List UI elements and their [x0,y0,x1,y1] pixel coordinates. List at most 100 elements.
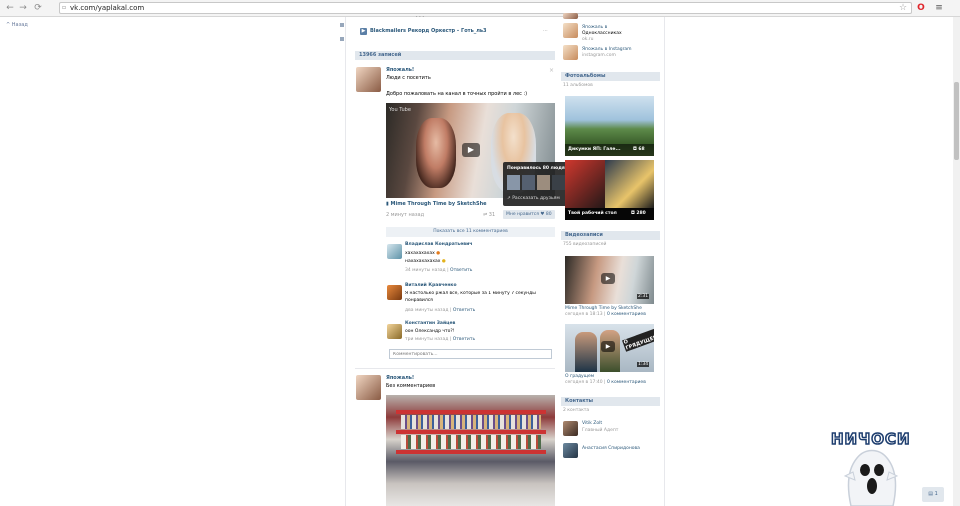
post-author-avatar[interactable] [356,375,381,400]
share-link[interactable]: ↗ Рассказать друзьям [507,196,560,201]
album-count: ◘ 280 [631,211,646,216]
liker-avatar[interactable] [507,175,520,190]
products [401,415,541,429]
camera-icon: ◘ [631,211,635,216]
post-subtitle: Без комментариев [386,383,436,389]
play-icon[interactable]: ▶ [601,273,615,284]
share-icon: ↗ [507,196,511,201]
link-avatar[interactable] [563,23,578,38]
reload-icon[interactable]: ⟳ [32,2,44,14]
comment-author[interactable]: Владислав Кондратьевич [405,242,472,248]
shelf [396,430,546,434]
reposts[interactable]: ⇌ 31 [483,212,495,218]
post-author-avatar[interactable] [356,67,381,92]
reply-link[interactable]: Ответить [453,337,475,342]
show-comments-button[interactable]: Показать все 11 комментариев [386,227,555,237]
video-person [416,118,456,188]
scroll-marker [340,37,344,41]
comment-text: нахахахахахах ● [405,259,446,264]
post-time[interactable]: 2 минут назад [386,212,424,218]
liker-avatar[interactable] [522,175,535,190]
album-caption: Твой рабочий стол [568,211,617,216]
video-meta: сегодня в 17:40 | 0 комментариев [565,380,646,385]
forward-arrow-icon[interactable]: → [17,2,29,14]
star-icon[interactable]: ☆ [897,2,909,14]
comment-text: оон Олександр что?! [405,329,455,334]
close-icon[interactable]: × [549,67,554,74]
reply-link[interactable]: Ответить [450,268,472,273]
audio-row[interactable]: ▶ Blackmailers Рекорд Оркестр – Готь_ль3… [360,28,550,36]
reply-link[interactable]: Ответить [453,308,475,313]
emoji-icon: ● [441,259,446,264]
comment-avatar[interactable] [387,244,402,259]
post-author[interactable]: Япожаль! [386,67,414,73]
album-card[interactable]: Дикумки ЯП: Гале... ◘ 68 [565,96,654,156]
shelf [396,410,546,414]
page-icon: ▫ [62,4,67,11]
back-arrow-icon[interactable]: ← [4,2,16,14]
address-bar[interactable]: ▫ vk.com/yaplakal.com [59,2,912,14]
link-avatar[interactable] [563,45,578,60]
contact-name[interactable]: Анастасия Спиридонова [582,446,640,452]
videos-count[interactable]: 755 видеозаписей [563,242,606,248]
heart-icon: ♥ [540,212,545,217]
comment-author[interactable]: Константин Зайцев [405,321,455,327]
album-caption: Дикумки ЯП: Гале... [568,147,621,152]
ghost-icon [843,449,899,506]
popup-title[interactable]: Понравилось 80 людям [507,166,568,171]
wall-count: 13966 записей [359,52,402,58]
scrollbar-thumb[interactable] [954,82,959,160]
play-icon[interactable]: ▶ [360,28,367,35]
audio-title[interactable]: Blackmailers Рекорд Оркестр – Готь_ль3 [370,28,487,34]
video-card-thumb[interactable]: ▶ 2:31 [565,256,654,304]
post-text: Добро пожаловать на канал в точных пройт… [386,91,528,97]
liker-avatar[interactable] [552,175,565,190]
post-photo[interactable] [386,395,555,506]
address-text: vk.com/yaplakal.com [70,4,145,12]
video-card-thumb[interactable]: О ГРЯДУЩЕМ ▶ 1:34 [565,324,654,372]
video-duration: 1:34 [637,362,650,367]
camera-icon: ◘ [633,147,637,152]
scroll-marker [340,23,344,27]
liker-avatar[interactable] [537,175,550,190]
link-sub: instagram.com [582,53,616,58]
album-count: ◘ 68 [633,147,645,152]
shelf [396,450,546,454]
video-person [575,332,597,372]
comment-text: Я настолько ржал все, которые за 1 минут… [405,291,536,296]
album-card[interactable]: Твой рабочий стол ◘ 280 [565,160,654,220]
chat-icon: ▤ [928,491,933,497]
comment-avatar[interactable] [387,285,402,300]
contacts-count[interactable]: 2 контакта [563,408,589,414]
contact-avatar[interactable] [563,443,578,458]
play-icon[interactable]: ▶ [462,143,480,157]
comment-author[interactable]: Виталий Кравченко [405,283,457,289]
comment-avatar[interactable] [387,324,402,339]
chat-badge[interactable]: ▤ 1 [922,487,944,502]
link-avatar[interactable] [563,13,578,19]
up-arrow-icon: ^ [6,22,11,28]
contact-avatar[interactable] [563,421,578,436]
video-overlay-text: О ГРЯДУЩЕМ [622,328,654,352]
contact-name[interactable]: Vitik Zolt [582,421,602,427]
video-link[interactable]: ▮ Mime Through Time by SketchShe [386,201,487,207]
back-link[interactable]: ^ Назад [6,22,28,28]
album-tile [565,160,605,208]
opera-icon[interactable]: O [915,2,927,14]
like-button[interactable]: Мне нравится ♥ 80 [503,210,555,219]
contact-role: Главный Адепт [582,428,619,433]
play-icon[interactable]: ▶ [601,341,615,352]
contacts-header[interactable]: Контакты [561,397,660,406]
comment-input[interactable] [389,349,552,359]
previous-post-text: . . . [416,13,424,19]
videos-header[interactable]: Видеозаписи [561,231,660,240]
more-icon[interactable]: ⋯ [543,28,548,34]
menu-icon[interactable]: ≡ [933,2,945,14]
wall-count-bar[interactable]: 13966 записей [355,51,555,60]
post-subtitle: Люди с посетить [386,75,431,81]
comment-meta: 34 минуты назад | Ответить [405,268,473,273]
post-author[interactable]: Япожаль! [386,375,414,381]
photos-count[interactable]: 11 альбомов [563,83,593,89]
divider [355,368,555,369]
photos-header[interactable]: Фотоальбомы [561,72,660,81]
